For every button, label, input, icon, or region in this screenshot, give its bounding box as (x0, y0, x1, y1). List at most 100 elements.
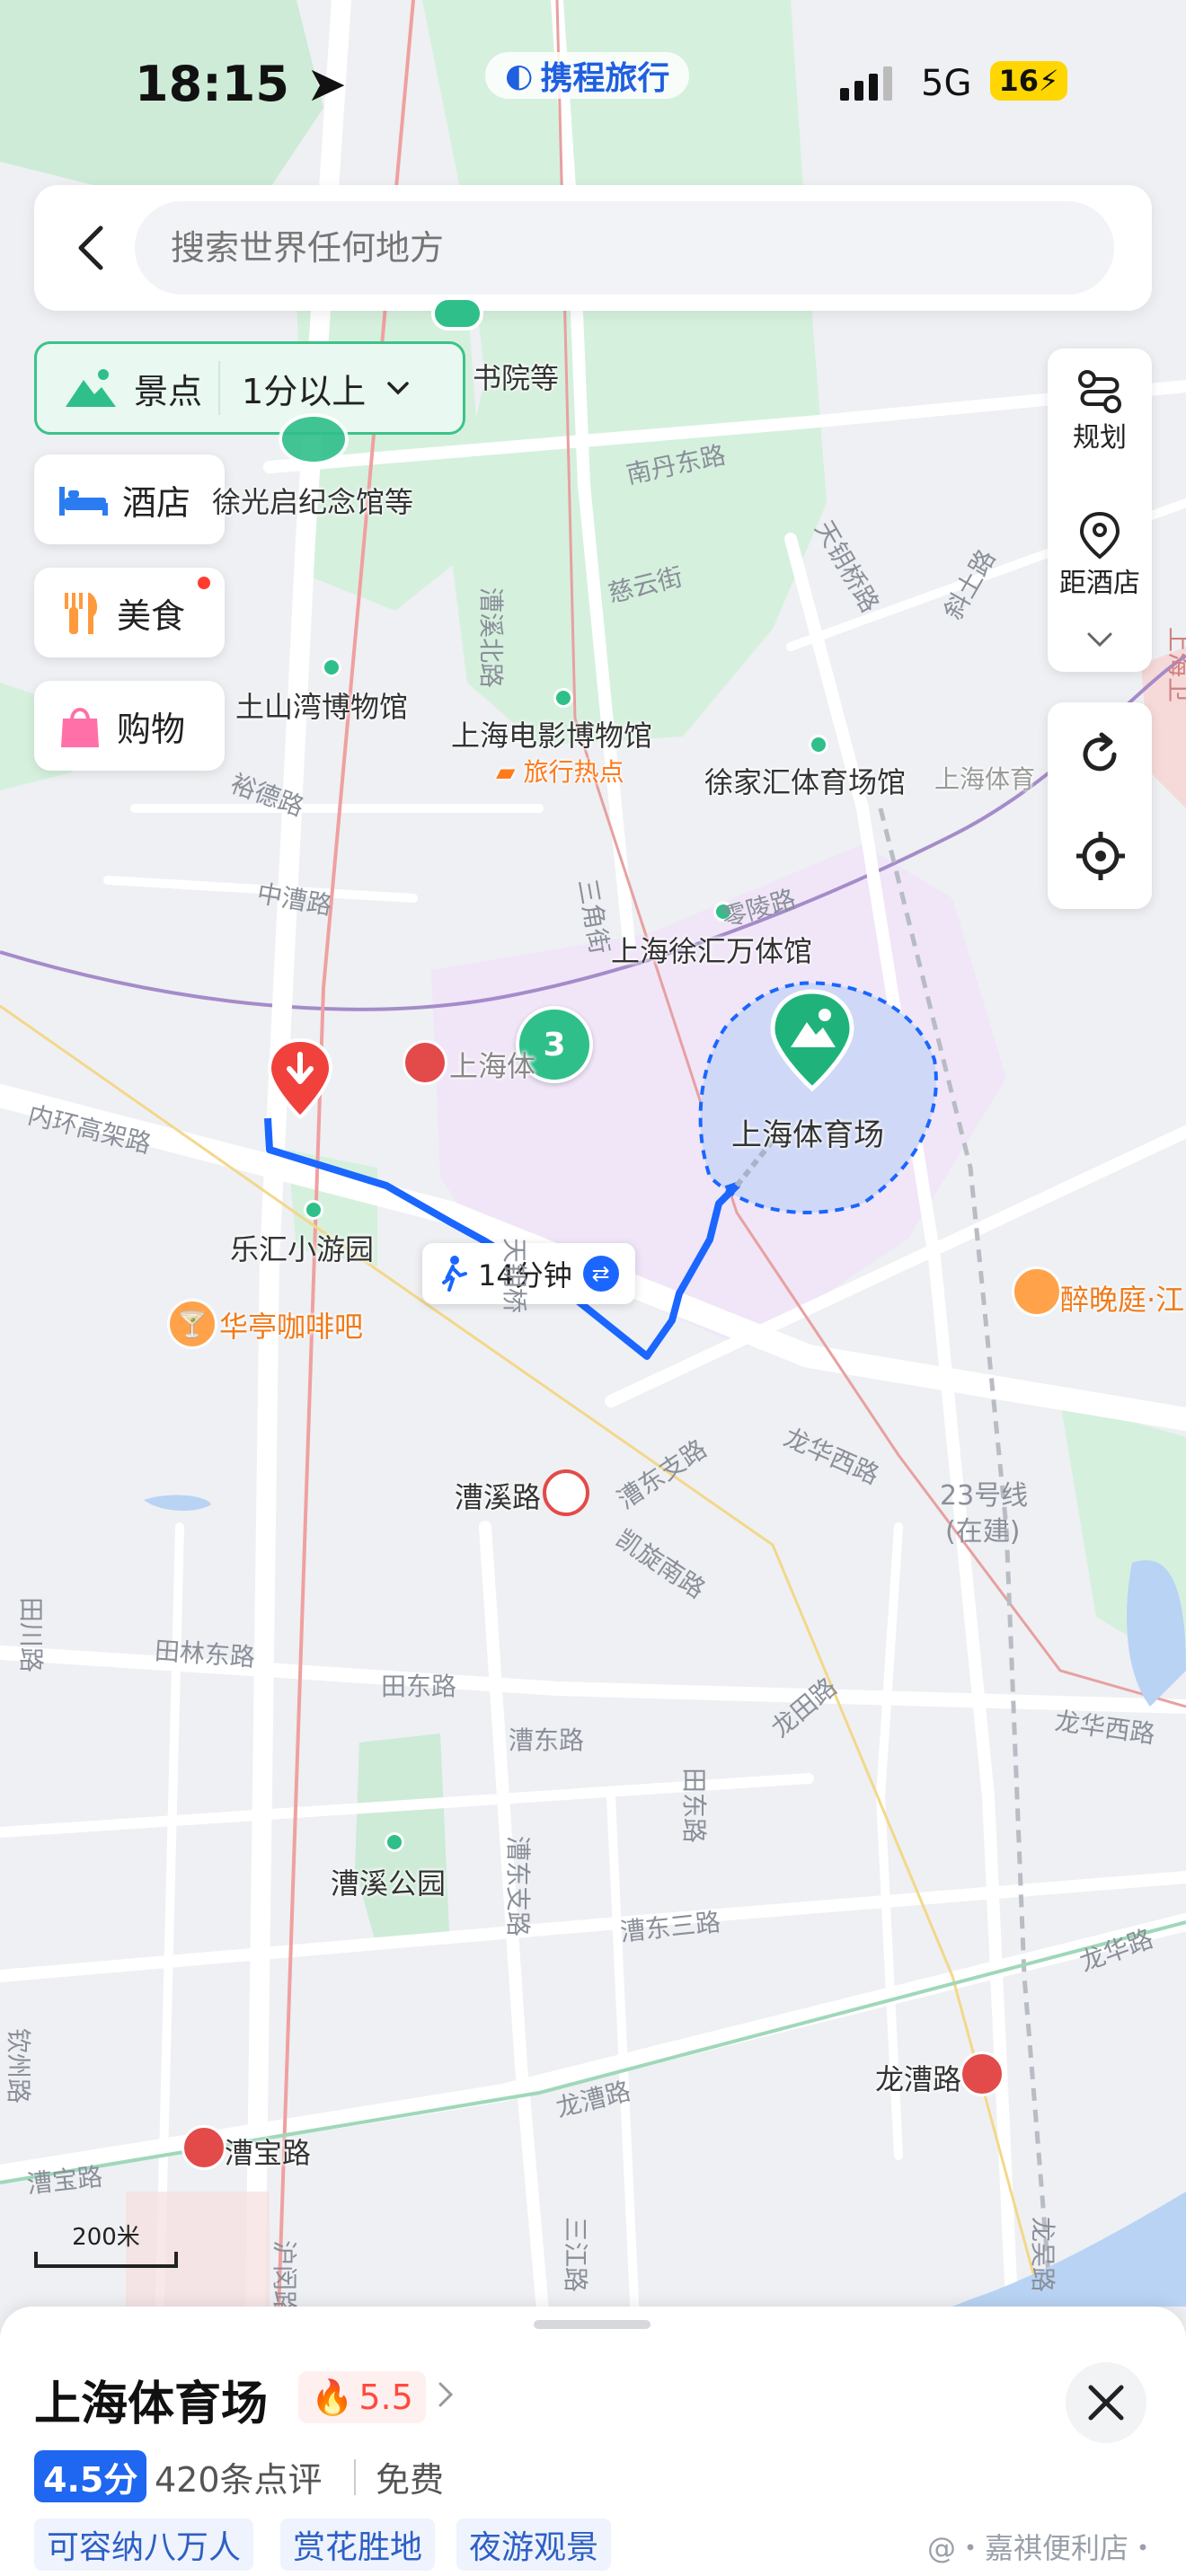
category-attractions[interactable]: 景点 1分以上 (34, 341, 465, 435)
restaurant-icon[interactable] (1012, 1266, 1062, 1317)
shopping-bag-icon (61, 708, 99, 747)
category-shopping[interactable]: 购物 (34, 681, 225, 771)
poi-dot[interactable] (809, 735, 828, 754)
destination-pin-icon[interactable] (266, 1037, 334, 1126)
map-label[interactable]: 土山湾博物馆 (235, 684, 408, 726)
map-label[interactable]: 漕溪公园 (331, 1861, 446, 1902)
chip-divider (218, 361, 221, 415)
map-label[interactable]: 醉晚庭·江 (1060, 1277, 1184, 1319)
poi-dot[interactable] (304, 1200, 323, 1220)
back-button[interactable] (54, 208, 133, 287)
road-label: 漕东支路 (503, 1835, 534, 1937)
map-poi-cluster[interactable] (431, 296, 483, 331)
road-label: 钦州路 (4, 2027, 34, 2104)
map-label[interactable]: 乐汇小游园 (230, 1227, 374, 1268)
walking-icon (442, 1256, 467, 1292)
crosshair-icon (1076, 832, 1125, 880)
map-label[interactable]: 上海徐汇万体馆 (611, 929, 812, 970)
plan-route-button[interactable]: 规划 (1048, 368, 1152, 454)
close-button[interactable] (1066, 2362, 1146, 2443)
battery-indicator: 16 ⚡ (990, 61, 1067, 101)
route-tools-card: 规划 距酒店 (1048, 348, 1152, 672)
road-label: 田东路 (679, 1767, 710, 1844)
metro-station-icon[interactable] (960, 2051, 1005, 2096)
road-label: 漕东路 (509, 1725, 585, 1755)
place-tag[interactable]: 夜游观景 (456, 2519, 612, 2571)
metro-station-icon[interactable] (543, 1469, 589, 1516)
heat-badge[interactable]: 🔥 5.5 (298, 2371, 426, 2423)
road-label: 田川路 (16, 1596, 47, 1673)
map-label[interactable]: 上海体育 (934, 760, 1035, 796)
road-label: 天钥桥 (500, 1237, 530, 1314)
review-count[interactable]: 420条点评 (155, 2452, 323, 2501)
map-label[interactable]: 23号线 (940, 1473, 1028, 1513)
brand-badge[interactable]: ◐ 携程旅行 (485, 52, 690, 99)
ctrip-logo-icon: ◐ (505, 57, 534, 94)
location-arrow-icon: ➤ (305, 56, 347, 112)
place-title: 上海体育场 (34, 2378, 269, 2431)
sheet-drag-handle[interactable] (534, 2320, 651, 2329)
map-label[interactable]: 龙漕路 (875, 2057, 961, 2098)
road-label: 三江路 (561, 2216, 591, 2293)
map-label[interactable]: 漕溪路 (455, 1475, 541, 1516)
road-label: 漕溪北路 (476, 587, 507, 689)
refresh-icon (1083, 732, 1117, 772)
network-type: 5G (921, 63, 972, 104)
chevron-left-icon (78, 225, 103, 270)
map-label[interactable]: 漕宝路 (225, 2130, 311, 2172)
map-label[interactable]: 上海电影博物馆 (451, 713, 652, 754)
fork-knife-icon (65, 593, 98, 634)
watermark: @・嘉祺便利店・ (927, 2531, 1158, 2565)
map-tools-card (1048, 702, 1152, 909)
notification-dot (198, 577, 210, 589)
expand-chevron-icon[interactable] (1082, 627, 1118, 657)
rating-badge: 4.5分 (34, 2450, 147, 2502)
road-label: 龙吴路 (1028, 2216, 1058, 2293)
road-label: 田林东路 (153, 1636, 256, 1672)
map-scale: 200米 (34, 2219, 178, 2268)
rating-filter[interactable]: 1分以上 (242, 364, 366, 413)
road-label: 沪闵路 (270, 2239, 300, 2316)
close-icon (1088, 2385, 1124, 2421)
travel-hot-label[interactable]: ▰ 旅行热点 (496, 753, 624, 789)
flame-icon: ▰ (496, 757, 516, 787)
place-tag[interactable]: 可容纳八万人 (34, 2519, 254, 2571)
map-label[interactable]: 华亭咖啡吧 (219, 1304, 363, 1345)
road-label: 上海卫 (1164, 626, 1186, 703)
cafe-icon[interactable]: 🍸 (167, 1299, 217, 1349)
distance-to-hotel-button[interactable]: 距酒店 (1048, 510, 1152, 600)
flame-icon: 🔥 (311, 2377, 354, 2417)
search-input[interactable] (135, 201, 1114, 295)
price-text: 免费 (376, 2460, 445, 2500)
switch-transport-icon[interactable]: ⇄ (582, 1256, 619, 1292)
locate-me-button[interactable] (1075, 830, 1127, 886)
metro-station-icon[interactable] (181, 2125, 226, 2170)
chevron-right-icon[interactable] (431, 2377, 458, 2416)
refresh-button[interactable] (1075, 729, 1125, 783)
road-label: 田东路 (381, 1672, 457, 1701)
mountain-icon (66, 369, 116, 407)
status-time: 18:15 ➤ (135, 56, 347, 112)
place-tag[interactable]: 赏花胜地 (280, 2519, 436, 2571)
map-label[interactable]: (在建) (945, 1509, 1020, 1548)
metro-station-icon[interactable] (403, 1040, 447, 1085)
map-label[interactable]: 徐家汇体育场馆 (704, 760, 906, 801)
selected-mountain-marker-icon (770, 989, 854, 1092)
map-label[interactable]: 徐光启纪念馆等 (212, 480, 413, 521)
route-plan-icon (1078, 370, 1121, 413)
signal-icon (840, 66, 903, 106)
meta-divider (354, 2459, 356, 2495)
category-hotel[interactable]: 酒店 (34, 454, 225, 544)
map-label[interactable]: 上海体 (449, 1044, 535, 1085)
poi-dot[interactable] (553, 688, 573, 708)
chevron-down-icon[interactable] (382, 372, 414, 404)
selected-place-marker[interactable] (769, 988, 855, 1099)
map-poi-cluster[interactable] (279, 413, 349, 465)
category-food[interactable]: 美食 (34, 568, 225, 657)
selected-place-label[interactable]: 上海体育场 (731, 1110, 884, 1154)
map-label[interactable]: 书院等 (473, 356, 559, 397)
poi-dot[interactable] (385, 1832, 404, 1852)
poi-dot[interactable] (322, 657, 341, 677)
bed-icon (59, 487, 108, 516)
location-pin-icon (1079, 511, 1120, 560)
